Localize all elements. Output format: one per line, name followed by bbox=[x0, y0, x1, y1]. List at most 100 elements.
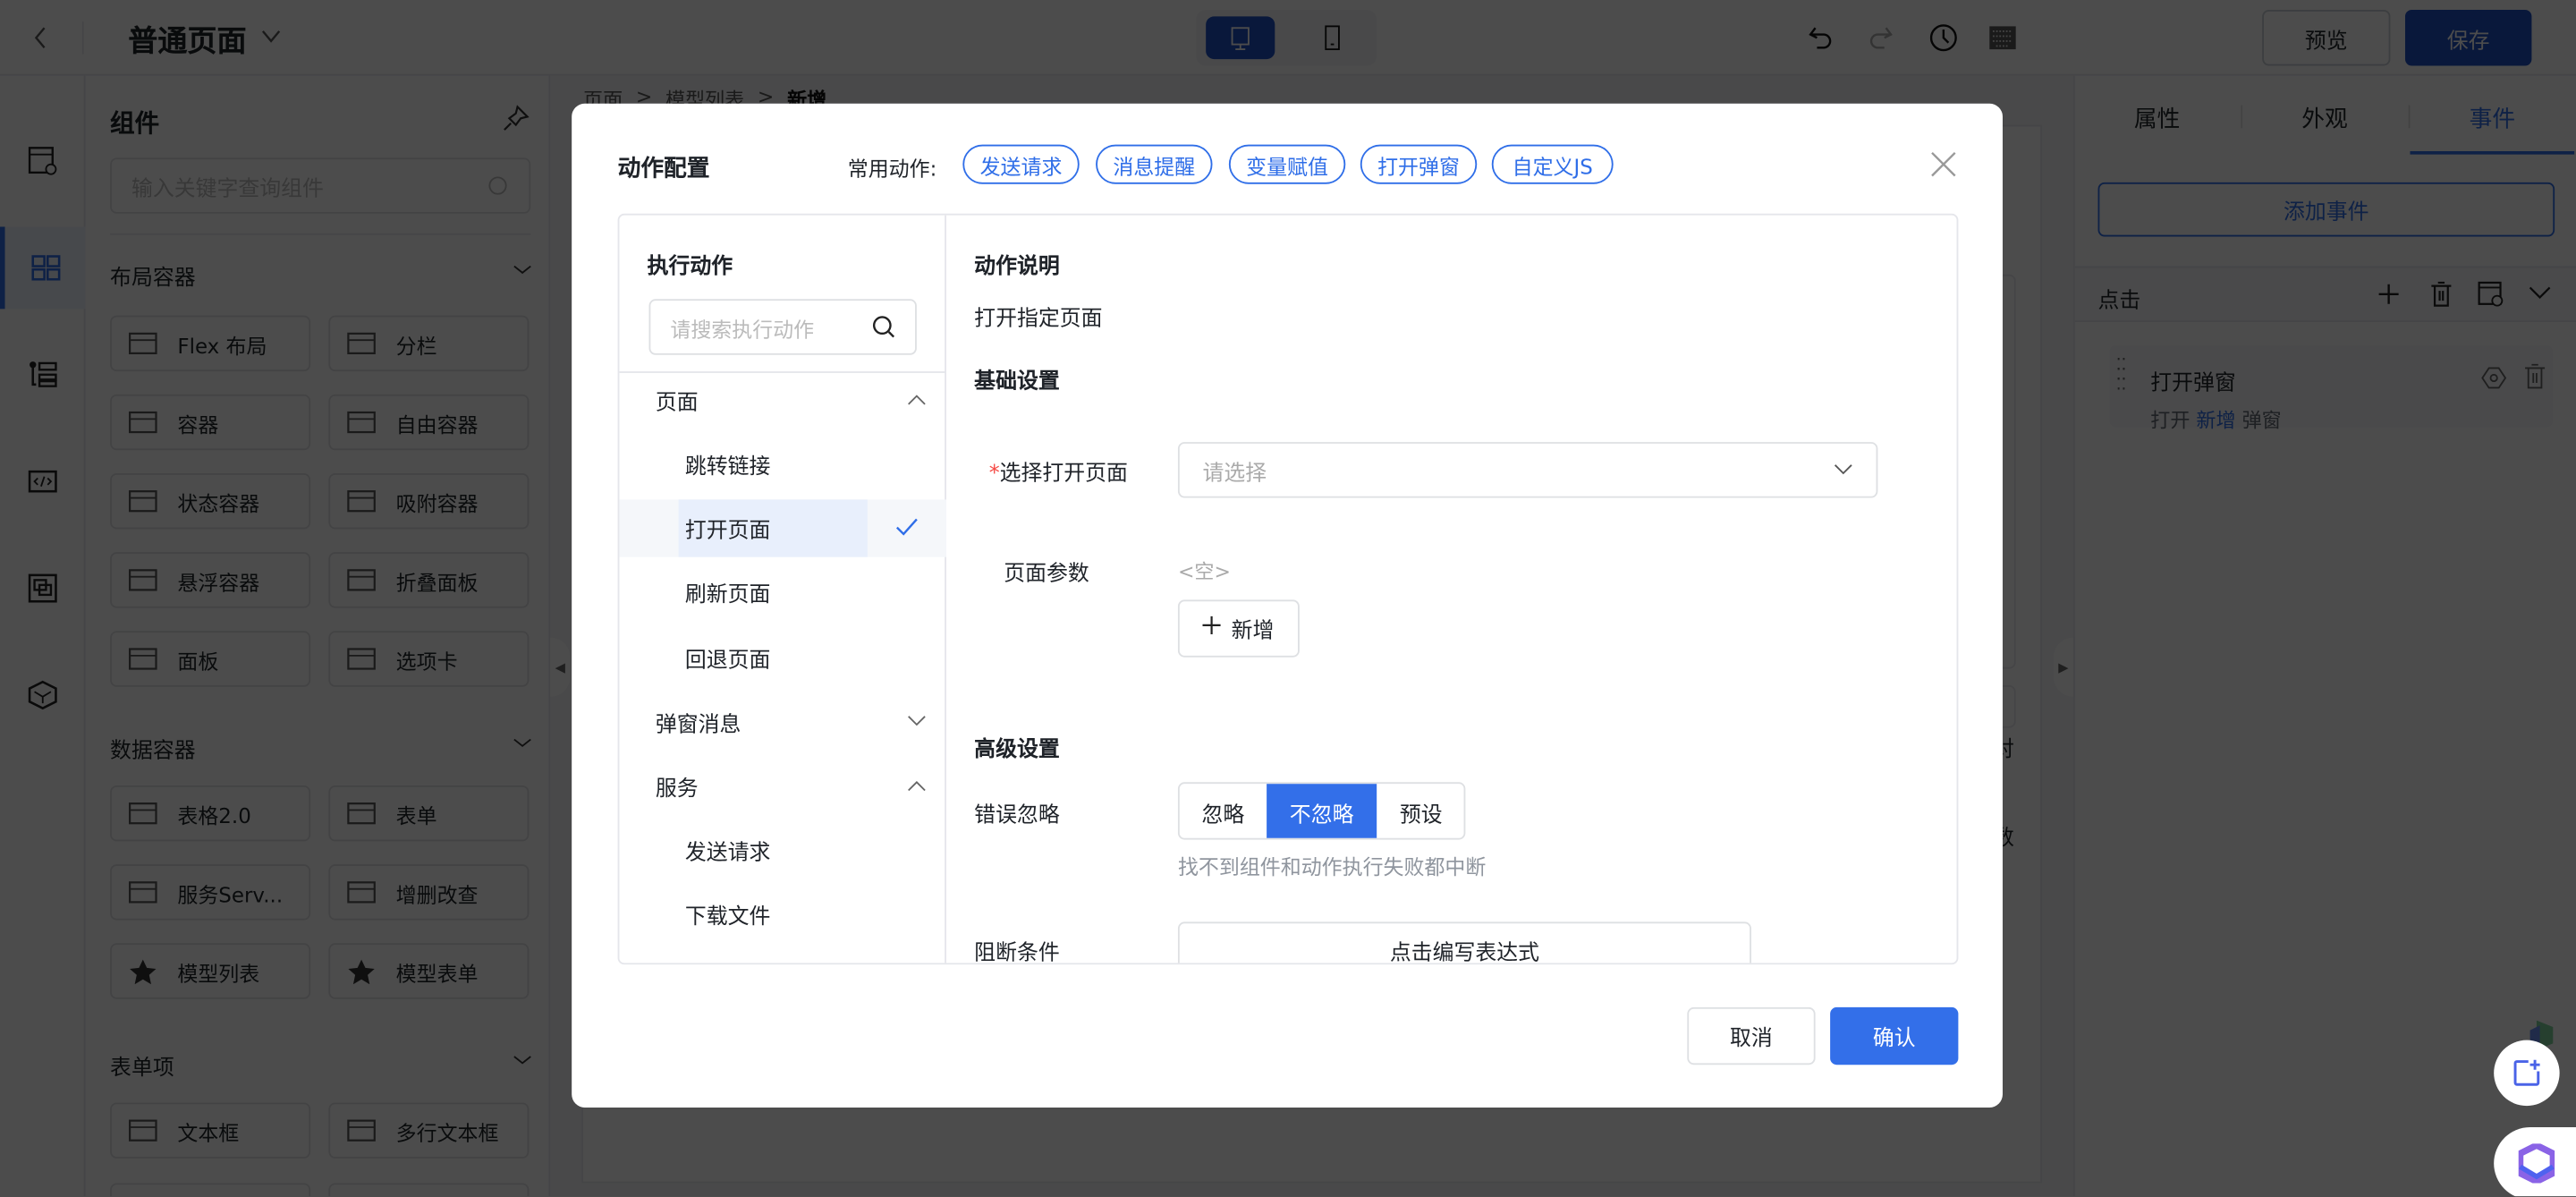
event-settings-icon[interactable] bbox=[2478, 281, 2504, 307]
component-item[interactable]: 模型表单 bbox=[328, 943, 530, 999]
add-param-button[interactable]: 新增 bbox=[1177, 599, 1300, 658]
action-title: 打开弹窗 bbox=[2150, 371, 2236, 396]
component-item[interactable]: 分栏 bbox=[328, 315, 530, 372]
trash-icon[interactable] bbox=[2523, 363, 2546, 389]
left-icon-bar bbox=[0, 75, 86, 1197]
keyboard-icon[interactable] bbox=[1987, 25, 2017, 51]
tree-item[interactable]: 跳转链接 bbox=[619, 436, 946, 493]
confirm-button[interactable]: 确认 bbox=[1830, 1006, 1959, 1065]
component-item[interactable]: 选项卡 bbox=[328, 631, 530, 687]
segment-preset[interactable]: 预设 bbox=[1377, 784, 1463, 838]
components-icon[interactable] bbox=[0, 226, 86, 310]
component-label: 折叠面板 bbox=[395, 569, 479, 594]
tree-group-dialog[interactable]: 弹窗消息 bbox=[619, 693, 946, 751]
tab-properties[interactable]: 属性 bbox=[2075, 102, 2240, 135]
section-data[interactable]: 数据容器 bbox=[110, 733, 534, 764]
page-select[interactable]: 请选择 bbox=[1177, 442, 1878, 498]
cancel-button[interactable]: 取消 bbox=[1687, 1006, 1816, 1065]
action-search-input[interactable]: 请搜索执行动作 bbox=[648, 299, 917, 355]
segment-ignore[interactable]: 忽略 bbox=[1180, 784, 1267, 838]
chip-message[interactable]: 消息提醒 bbox=[1096, 144, 1213, 184]
component-item[interactable]: 服务Serv... bbox=[110, 864, 311, 921]
tree-group-page[interactable]: 页面 bbox=[619, 371, 946, 429]
chevron-up-icon bbox=[907, 387, 927, 412]
component-item[interactable]: 多行文本框 bbox=[328, 1102, 530, 1159]
component-item[interactable]: 容器 bbox=[110, 394, 311, 451]
chip-send-request[interactable]: 发送请求 bbox=[962, 144, 1080, 184]
chevron-down-icon[interactable] bbox=[259, 25, 283, 48]
component-item[interactable]: 状态容器 bbox=[110, 472, 311, 530]
component-item-partial[interactable] bbox=[328, 1183, 530, 1197]
add-event-button[interactable]: 添加事件 bbox=[2097, 182, 2555, 237]
page-settings-icon[interactable] bbox=[0, 120, 86, 202]
section-layout[interactable]: 布局容器 bbox=[110, 259, 534, 291]
component-label: 增删改查 bbox=[395, 881, 479, 906]
action-list: 执行动作 请搜索执行动作 页面 跳转链接 打开页面 刷新页面 回退页面 弹窗消息… bbox=[619, 215, 946, 964]
tree-group-service[interactable]: 服务 bbox=[619, 758, 946, 815]
section-title: 动作说明 bbox=[974, 254, 1060, 280]
chip-custom-js[interactable]: 自定义JS bbox=[1491, 144, 1614, 184]
search-placeholder: 输入关键字查询组件 bbox=[131, 176, 324, 202]
outline-tree-icon[interactable] bbox=[0, 334, 86, 416]
chip-open-dialog[interactable]: 打开弹窗 bbox=[1360, 144, 1478, 184]
close-icon[interactable] bbox=[1930, 151, 1956, 177]
plus-icon bbox=[1203, 615, 1222, 641]
app-logo-icon[interactable] bbox=[2494, 1127, 2576, 1197]
component-search-input[interactable]: 输入关键字查询组件 bbox=[110, 157, 531, 214]
component-item[interactable]: Flex 布局 bbox=[110, 315, 311, 372]
redo-icon[interactable] bbox=[1868, 23, 1894, 53]
component-label: 自由容器 bbox=[395, 412, 479, 437]
component-item[interactable]: 表单 bbox=[328, 785, 530, 842]
mobile-mode-button[interactable] bbox=[1298, 16, 1367, 59]
component-item[interactable]: 悬浮容器 bbox=[110, 552, 311, 608]
back-icon[interactable] bbox=[30, 23, 53, 53]
component-item[interactable]: 自由容器 bbox=[328, 394, 530, 451]
component-item-partial[interactable] bbox=[110, 1183, 311, 1197]
desktop-mode-button[interactable] bbox=[1206, 16, 1275, 60]
tab-events[interactable]: 事件 bbox=[2410, 102, 2574, 135]
component-item[interactable]: 面板 bbox=[110, 631, 311, 687]
sticky-container-icon bbox=[347, 489, 377, 513]
component-item[interactable]: 增删改查 bbox=[328, 864, 530, 921]
component-panel: 组件 输入关键字查询组件 布局容器 Flex 布局 分栏 容器 自由容器 状态容器 吸附容… bbox=[85, 75, 551, 1197]
tree-item[interactable]: 回退页面 bbox=[619, 629, 946, 686]
package-icon[interactable] bbox=[0, 654, 86, 736]
columns-icon bbox=[347, 332, 377, 355]
add-widget-icon[interactable] bbox=[2494, 1040, 2560, 1107]
desc-link[interactable]: 新增 bbox=[2196, 409, 2235, 432]
page-title: 普通页面 bbox=[128, 24, 247, 60]
drag-handle-icon[interactable]: ⁚⁚ ⁚⁚ ⁚⁚ bbox=[2116, 357, 2127, 393]
free-container-icon bbox=[347, 411, 377, 434]
collapse-left-panel-handle[interactable]: ◀ bbox=[550, 637, 571, 697]
tab-appearance[interactable]: 外观 bbox=[2242, 102, 2407, 135]
preview-button[interactable]: 预览 bbox=[2262, 10, 2391, 66]
section-form[interactable]: 表单项 bbox=[110, 1050, 534, 1082]
form-icon bbox=[347, 802, 377, 825]
undo-icon[interactable] bbox=[1807, 23, 1833, 53]
item-label: 回退页面 bbox=[684, 649, 771, 675]
component-item[interactable]: 吸附容器 bbox=[328, 472, 530, 530]
component-item[interactable]: 模型列表 bbox=[110, 943, 311, 999]
chip-set-variable[interactable]: 变量赋值 bbox=[1228, 144, 1346, 184]
chevron-down-icon[interactable] bbox=[2529, 284, 2552, 301]
save-button[interactable]: 保存 bbox=[2404, 10, 2532, 66]
layers-icon[interactable] bbox=[0, 548, 86, 630]
code-icon[interactable] bbox=[0, 440, 86, 522]
component-item[interactable]: 表格2.0 bbox=[110, 785, 311, 842]
collapse-right-panel-handle[interactable]: ▶ bbox=[2053, 637, 2073, 697]
tree-item-selected[interactable]: 打开页面 bbox=[619, 499, 946, 557]
tree-item[interactable]: 发送请求 bbox=[619, 821, 946, 879]
component-item[interactable]: 文本框 bbox=[110, 1102, 311, 1159]
pin-icon[interactable] bbox=[503, 105, 530, 132]
edit-expression-button[interactable]: 点击编写表达式 bbox=[1177, 921, 1751, 964]
tree-item[interactable]: 刷新页面 bbox=[619, 564, 946, 621]
segment-not-ignore[interactable]: 不忽略 bbox=[1267, 784, 1377, 838]
history-clock-icon[interactable] bbox=[1928, 23, 1958, 53]
component-label: 面板 bbox=[177, 648, 219, 674]
action-card[interactable]: ⁚⁚ ⁚⁚ ⁚⁚ 打开弹窗 打开 新增 弹窗 bbox=[2109, 344, 2554, 432]
tree-item[interactable]: 下载文件 bbox=[619, 886, 946, 943]
component-item[interactable]: 折叠面板 bbox=[328, 552, 530, 608]
plus-icon[interactable] bbox=[2377, 283, 2401, 306]
settings-hex-icon[interactable] bbox=[2480, 365, 2507, 391]
trash-icon[interactable] bbox=[2430, 281, 2453, 307]
